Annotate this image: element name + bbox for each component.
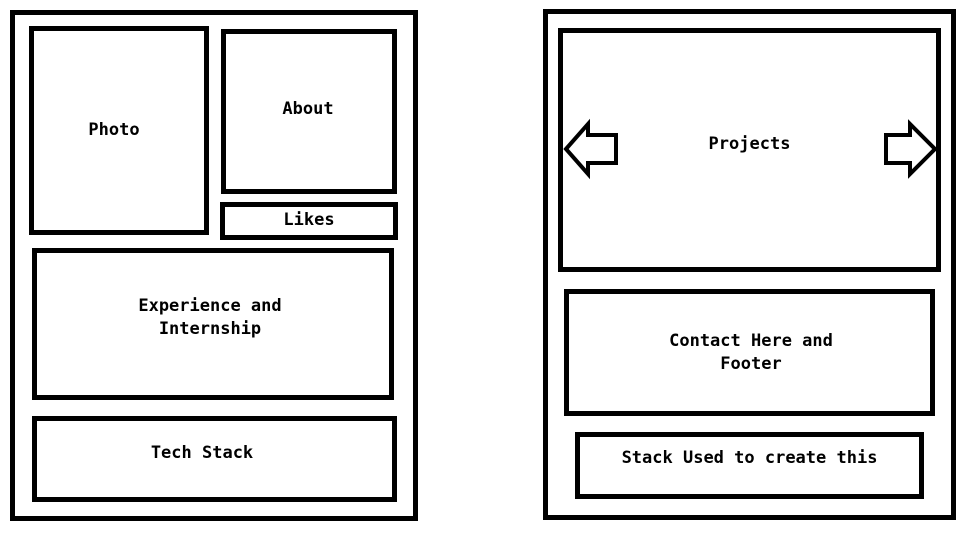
stack-used-label: Stack Used to create this [621,447,878,468]
right-arrow-icon[interactable] [882,119,940,179]
experience-label: Experience and Internship [138,296,282,339]
contact-footer-label: Contact Here and Footer [669,330,833,374]
about-label: About [282,98,334,119]
left-arrow-icon[interactable] [563,118,621,180]
photo-label: Photo [88,120,140,140]
likes-label: Likes [283,209,335,230]
tech-stack-label: Tech Stack [150,442,254,463]
